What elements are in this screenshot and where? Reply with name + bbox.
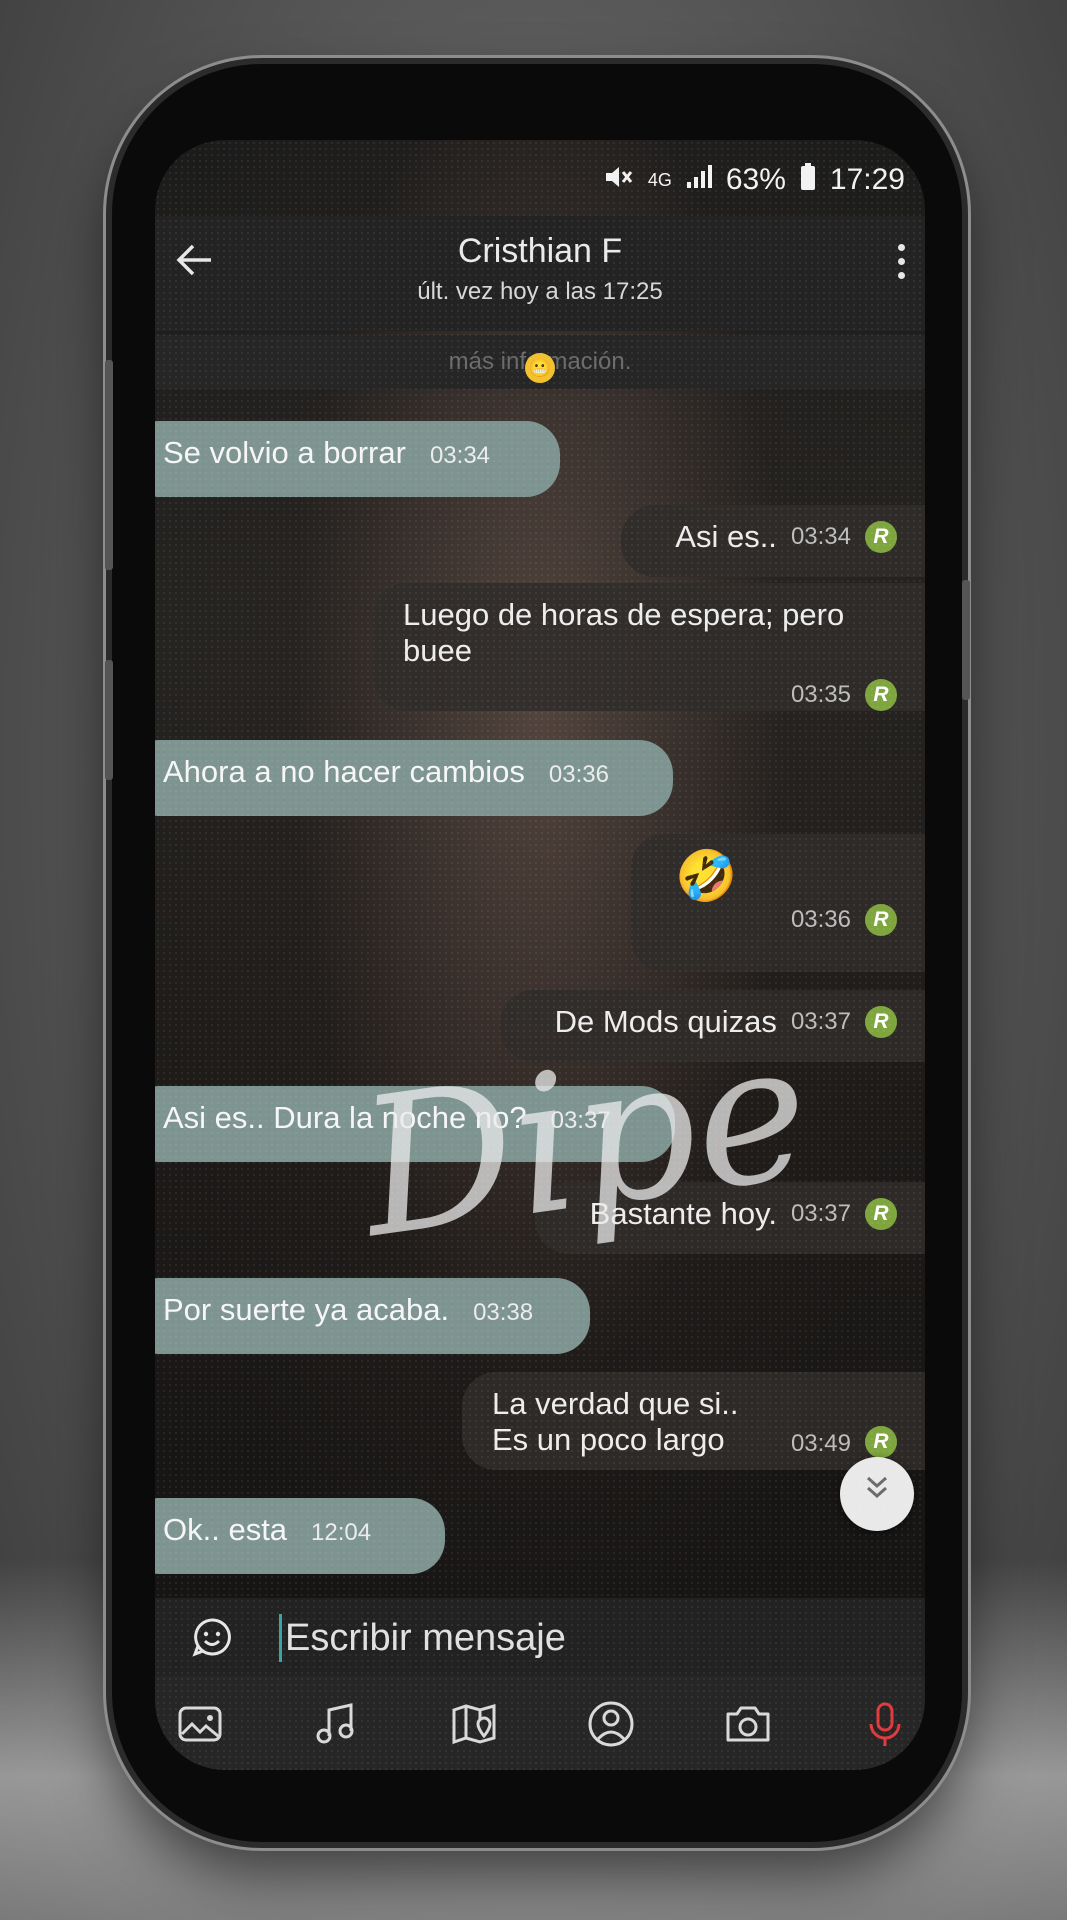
read-badge-icon: R (865, 1426, 897, 1458)
battery-icon (800, 162, 816, 198)
message-time: 03:36 (548, 761, 609, 788)
read-badge-icon: R (865, 521, 897, 553)
battery-percent: 63% (725, 163, 786, 196)
mute-icon (604, 164, 634, 197)
composer-bar: Escribir mensaje (155, 1598, 925, 1676)
grimace-emoji-icon: 😬 (525, 353, 555, 383)
camera-icon[interactable] (720, 1696, 776, 1752)
map-icon[interactable] (446, 1696, 502, 1752)
read-badge-icon: R (865, 679, 897, 711)
message-input[interactable]: Escribir mensaje (285, 1614, 566, 1662)
read-badge-icon: R (865, 904, 897, 936)
message-time: 03:34 (429, 442, 491, 469)
contact-name[interactable]: Cristhian F (155, 232, 925, 271)
message-outgoing[interactable]: 🤣 03:36 R (631, 834, 925, 972)
message-time: 03:49 (790, 1430, 851, 1457)
message-outgoing[interactable]: Asi es.. 03:34 R (621, 505, 925, 577)
message-text: Luego de horas de espera; pero buee (403, 597, 845, 668)
read-badge-icon: R (865, 1198, 897, 1230)
attachment-toolbar (155, 1676, 925, 1770)
microphone-icon[interactable] (857, 1696, 913, 1752)
message-time: 03:35 (790, 681, 851, 708)
chat-screen: 4G 63% 17:29 Cristhian F últ. vez hoy a … (155, 140, 925, 1770)
message-outgoing[interactable]: Luego de horas de espera; pero buee 03:3… (373, 583, 925, 711)
message-incoming[interactable]: Ahora a no hacer cambios 03:36 (155, 740, 673, 816)
power-button (962, 580, 970, 700)
network-type: 4G (647, 169, 672, 190)
message-time: 03:34 (790, 523, 851, 550)
contact-icon[interactable] (583, 1696, 639, 1752)
clock: 17:29 (829, 163, 905, 196)
rofl-emoji: 🤣 (675, 848, 738, 904)
last-seen: últ. vez hoy a las 17:25 (417, 278, 663, 305)
message-text: Asi es.. (675, 519, 777, 554)
signal-icon (686, 164, 712, 196)
bixby-button (105, 660, 113, 780)
emoji-icon[interactable] (191, 1616, 233, 1658)
scroll-down-button[interactable] (840, 1457, 914, 1531)
text-cursor (279, 1614, 282, 1662)
message-text-line: Es un poco largo (492, 1422, 725, 1457)
message-text: Ok.. esta (163, 1512, 288, 1547)
message-text-line: La verdad que si.. (492, 1386, 739, 1421)
watermark-logo: Dipe (308, 965, 862, 1315)
message-incoming[interactable]: Se volvio a borrar 03:34 (155, 421, 560, 497)
message-text: Se volvio a borrar (163, 435, 406, 470)
volume-button (105, 360, 113, 570)
gallery-icon[interactable] (172, 1696, 228, 1752)
music-icon[interactable] (309, 1696, 365, 1752)
message-time: 12:04 (311, 1519, 372, 1546)
double-chevron-down-icon (867, 1476, 887, 1499)
message-text: Ahora a no hacer cambios (163, 754, 525, 789)
message-time: 03:38 (473, 1299, 534, 1326)
chat-header: Cristhian F últ. vez hoy a las 17:25 (155, 216, 925, 331)
read-badge-icon: R (865, 1006, 897, 1038)
status-bar: 4G 63% 17:29 (155, 150, 925, 210)
message-time: 03:36 (790, 906, 851, 933)
watermark-text: Dipe (348, 998, 822, 1281)
more-options-icon[interactable] (891, 244, 911, 294)
message-outgoing[interactable]: La verdad que si.. Es un poco largo 03:4… (462, 1372, 925, 1470)
message-incoming[interactable]: Ok.. esta 12:04 (155, 1498, 445, 1574)
